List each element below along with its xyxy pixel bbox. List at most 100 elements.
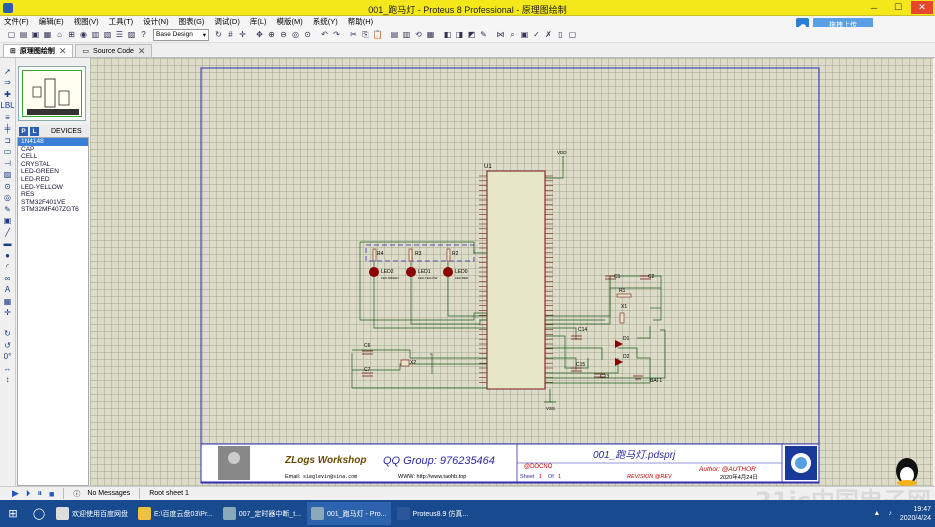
capacitor-c1[interactable]: C1 — [605, 274, 621, 280]
mirror-x-icon[interactable]: ↔ — [2, 363, 13, 373]
tab-close-icon[interactable]: ✕ — [138, 46, 146, 57]
mirror-y-icon[interactable]: ↕ — [2, 375, 13, 385]
pause-icon[interactable]: ⏸ — [37, 488, 42, 499]
undo-icon[interactable]: ↶ — [319, 29, 330, 40]
step-icon[interactable]: ⏵ — [26, 488, 31, 499]
library-manager-button[interactable]: L — [30, 126, 39, 136]
device-list[interactable]: 1N4148 CAP CELL CRYSTAL LED-GREEN LED-RE… — [17, 137, 89, 486]
virtual-instrument-icon[interactable]: ▣ — [2, 216, 13, 226]
origin-icon[interactable]: ✛ — [237, 29, 248, 40]
windows-start-icon[interactable]: ⊞ — [0, 500, 26, 527]
generator-icon[interactable]: ◎ — [2, 193, 13, 203]
device-item[interactable]: RES — [18, 191, 88, 199]
close-button[interactable]: ✕ — [911, 1, 933, 14]
save-icon[interactable]: ▣ — [30, 29, 41, 40]
gerber-icon[interactable]: ▧ — [102, 29, 113, 40]
rotate-ccw-icon[interactable]: ↺ — [2, 340, 13, 350]
schematic-icon[interactable]: ⊞ — [66, 29, 77, 40]
tape-recorder-icon[interactable]: ⊙ — [2, 181, 13, 191]
graph-mode-icon[interactable]: ▨ — [2, 170, 13, 180]
help-icon[interactable]: ? — [138, 29, 149, 40]
resistor-r1[interactable]: R1 — [616, 288, 632, 298]
make-device-icon[interactable]: ◨ — [454, 29, 465, 40]
menu-graph[interactable]: 图表(G) — [179, 16, 205, 27]
terminal-icon[interactable]: ▭ — [2, 147, 13, 157]
pick-devices-button[interactable]: P — [19, 126, 28, 136]
capacitor-c15[interactable]: C15 — [571, 362, 585, 372]
open-folder-icon[interactable]: ▤ — [18, 29, 29, 40]
capacitor-c2[interactable]: C2 — [640, 274, 655, 280]
box-icon[interactable]: ▬ — [2, 239, 13, 249]
device-item[interactable]: LED-YELLOW — [18, 184, 88, 192]
zoom-out-icon[interactable]: ⊖ — [278, 29, 289, 40]
symbol-icon[interactable]: ▦ — [2, 296, 13, 306]
device-item[interactable]: STM32MF407ZGT6 — [18, 206, 88, 214]
device-item[interactable]: LED-RED — [18, 176, 88, 184]
design-select[interactable]: Base Design ▾ — [153, 28, 209, 41]
path-icon[interactable]: ∞ — [2, 273, 13, 283]
network-icon[interactable]: ▲ — [873, 510, 880, 517]
block-rotate-icon[interactable]: ⟲ — [413, 29, 424, 40]
tab-source-code[interactable]: ▭ Source Code ✕ — [75, 44, 153, 57]
search-tag-icon[interactable]: ⌕ — [507, 29, 518, 40]
grid-icon[interactable]: # — [225, 29, 236, 40]
capacitor-c7[interactable]: C7 — [362, 367, 373, 377]
block-move-icon[interactable]: ▥ — [401, 29, 412, 40]
device-item[interactable]: CELL — [18, 153, 88, 161]
diode-d2[interactable]: D2 — [615, 354, 630, 366]
new-file-icon[interactable]: ▢ — [6, 29, 17, 40]
device-item[interactable]: 1N4148 — [18, 138, 88, 146]
new-sheet-icon[interactable]: ▯ — [555, 29, 566, 40]
device-item[interactable]: LED-GREEN — [18, 168, 88, 176]
pan-icon[interactable]: ✥ — [254, 29, 265, 40]
arc-icon[interactable]: ◜ — [2, 262, 13, 272]
home-icon[interactable]: ⌂ — [54, 29, 65, 40]
resistor-r3[interactable]: R3 — [408, 248, 422, 262]
crystal-x2[interactable]: X2 — [400, 359, 416, 367]
taskbar-item-word[interactable]: Proteus8.9 仿真... — [393, 502, 473, 525]
resistor-r4[interactable]: R4 — [372, 248, 384, 262]
block-copy-icon[interactable]: ▤ — [389, 29, 400, 40]
circle-icon[interactable]: ● — [2, 250, 13, 260]
resistor-r2[interactable]: R2 — [446, 248, 459, 262]
selection-mode-icon[interactable]: ➚ — [2, 66, 13, 76]
voltage-probe-icon[interactable]: ✎ — [2, 204, 13, 214]
text-icon[interactable]: A — [2, 285, 13, 295]
close-project-icon[interactable]: ▦ — [42, 29, 53, 40]
device-item[interactable]: CAP — [18, 146, 88, 154]
menu-edit[interactable]: 编辑(E) — [39, 16, 64, 27]
paste-icon[interactable]: 📋 — [372, 29, 383, 40]
zoom-all-icon[interactable]: ◎ — [290, 29, 301, 40]
tab-close-icon[interactable]: ✕ — [59, 46, 67, 57]
wire-label-icon[interactable]: LBL — [0, 101, 14, 111]
led-led2[interactable]: LED2 LED-GREEN — [369, 267, 399, 280]
cut-icon[interactable]: ✂ — [348, 29, 359, 40]
junction-dot-icon[interactable]: ✚ — [2, 89, 13, 99]
refresh-icon[interactable]: ↻ — [213, 29, 224, 40]
bom-icon[interactable]: ☰ — [114, 29, 125, 40]
erc-icon[interactable]: ✓ — [531, 29, 542, 40]
capacitor-c6[interactable]: C6 — [362, 343, 373, 355]
menu-template[interactable]: 模版(M) — [277, 16, 303, 27]
zoom-area-icon[interactable]: ⊙ — [302, 29, 313, 40]
zoom-in-icon[interactable]: ⊕ — [266, 29, 277, 40]
menu-file[interactable]: 文件(F) — [4, 16, 29, 27]
component-mode-icon[interactable]: ⇒ — [2, 78, 13, 88]
menu-debug[interactable]: 调试(D) — [214, 16, 239, 27]
overview-window[interactable] — [18, 66, 86, 121]
subcircuit-icon[interactable]: ⊐ — [2, 135, 13, 145]
pcb-icon[interactable]: ◉ — [78, 29, 89, 40]
package-icon[interactable]: ◩ — [466, 29, 477, 40]
menu-view[interactable]: 视图(V) — [74, 16, 99, 27]
play-icon[interactable]: ▶ — [12, 488, 19, 499]
bus-icon[interactable]: ╪ — [2, 124, 13, 134]
device-pin-icon[interactable]: ⊣ — [2, 158, 13, 168]
line-icon[interactable]: ╱ — [2, 227, 13, 237]
taskbar-item-running-light[interactable]: 001_跑马灯 - Pro... — [307, 502, 391, 525]
decompose-icon[interactable]: ✎ — [478, 29, 489, 40]
text-script-icon[interactable]: ≡ — [2, 112, 13, 122]
taskbar-item-baidu[interactable]: 欢迎使用百度网盘 — [52, 502, 132, 525]
minimize-button[interactable]: ─ — [863, 1, 885, 14]
device-item[interactable]: CRYSTAL — [18, 161, 88, 169]
diode-d1[interactable]: D1 — [615, 336, 630, 348]
